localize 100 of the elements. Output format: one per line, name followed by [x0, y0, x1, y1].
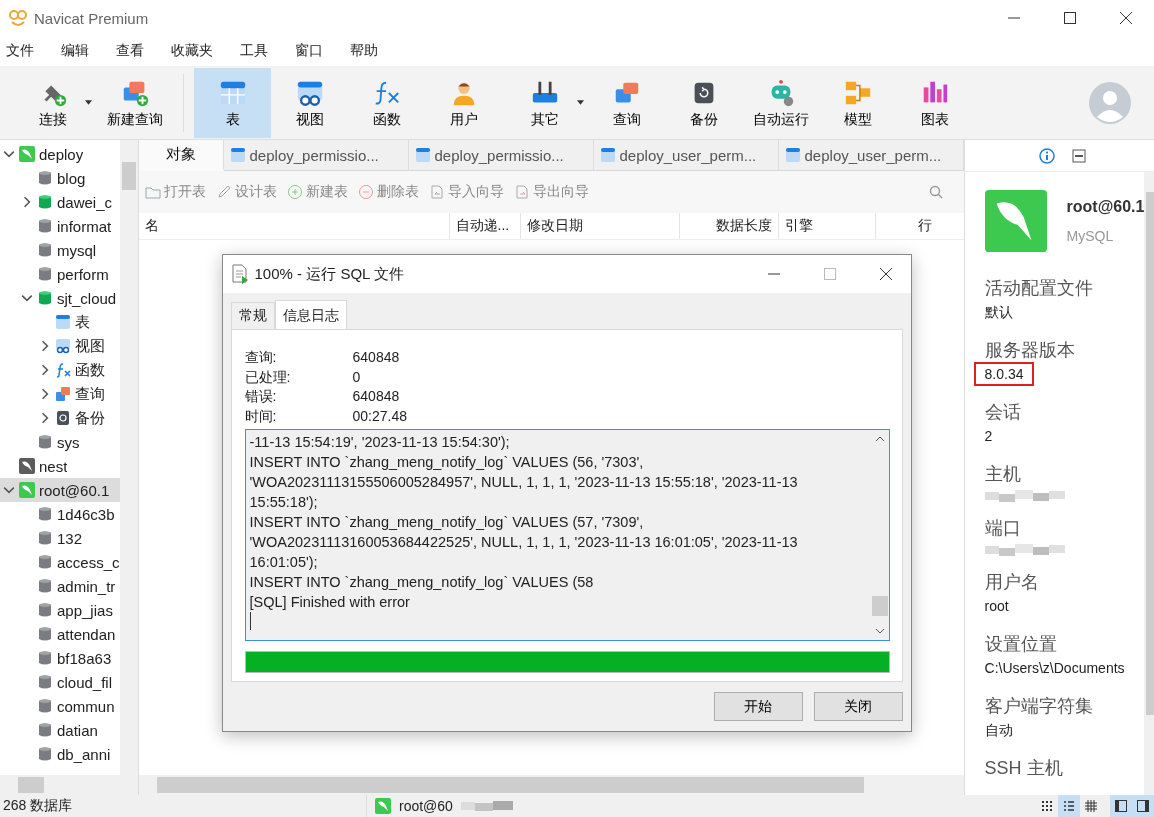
toolbar-button[interactable]: 查询 [588, 68, 665, 138]
toolbar-button[interactable]: 模型 [819, 68, 896, 138]
scrollbar[interactable] [119, 140, 138, 775]
column-header[interactable]: 修改日期 [520, 213, 680, 239]
column-header[interactable]: 数据长度 [679, 213, 779, 239]
chevron-icon[interactable] [3, 484, 15, 496]
list-icon [1063, 800, 1075, 812]
column-header[interactable]: 名 [138, 213, 450, 239]
dialog-button[interactable]: 开始 [713, 692, 803, 721]
toolbar-button[interactable]: 函数 [348, 68, 425, 138]
tree-item[interactable]: 查询 [0, 382, 120, 406]
status-connection: root@60 [399, 798, 453, 814]
tree-item[interactable]: attendan [0, 622, 120, 646]
dialog-tab[interactable]: 信息日志 [274, 300, 347, 329]
tree-item[interactable]: nest [0, 454, 120, 478]
chevron-icon[interactable] [21, 292, 33, 304]
menu-item[interactable]: 帮助 [350, 42, 378, 60]
column-header[interactable]: 行 [875, 213, 938, 239]
tree-item[interactable]: 视图 [0, 334, 120, 358]
column-header[interactable]: 自动递... [449, 213, 521, 239]
tree-item[interactable]: sjt_cloud [0, 286, 120, 310]
tree-item[interactable]: perform [0, 262, 120, 286]
tree-item[interactable]: admin_tr [0, 574, 120, 598]
field-label: 会话 [984, 401, 1021, 424]
dialog-tab[interactable]: 常规 [230, 302, 275, 329]
connection-name: root@60.1 [1066, 198, 1145, 216]
chevron-icon[interactable] [39, 412, 51, 424]
tree-item[interactable]: db_anni [0, 742, 120, 766]
dialog-title: 100% - 运行 SQL 文件 [254, 264, 405, 284]
menu-item[interactable]: 工具 [240, 42, 268, 60]
scroll-down-icon[interactable] [874, 628, 885, 634]
status-text: 268 数据库 [2, 797, 74, 815]
close-icon[interactable] [878, 267, 893, 281]
close-icon[interactable] [1119, 11, 1133, 25]
menu-item[interactable]: 编辑 [61, 42, 89, 60]
table-icon [414, 147, 431, 163]
chevron-icon[interactable] [39, 388, 51, 400]
tree-item[interactable]: mysql [0, 238, 120, 262]
connection-type: MySQL [1066, 228, 1115, 244]
tree-item[interactable]: bf18a63 [0, 646, 120, 670]
search-icon[interactable] [927, 184, 944, 200]
tree-item[interactable]: app_jias [0, 598, 120, 622]
tree-item[interactable]: 备份 [0, 406, 120, 430]
toolbar-button[interactable]: 其它 [502, 68, 588, 138]
menu-item[interactable]: 文件 [6, 42, 34, 60]
field-value: 自动 [983, 721, 1014, 740]
tree-item[interactable]: 132 [0, 526, 120, 550]
field-label: 用户名 [984, 571, 1039, 594]
toolbar-button[interactable]: 图表 [896, 68, 973, 138]
tree-item[interactable]: deploy [0, 142, 120, 166]
plus-icon [286, 184, 303, 200]
toolbar-button[interactable]: 连接 [10, 68, 96, 138]
table-icon [55, 314, 71, 330]
field-label: 设置位置 [984, 633, 1057, 656]
menu-item[interactable]: 窗口 [295, 42, 323, 60]
scroll-thumb[interactable] [871, 596, 888, 616]
column-header[interactable]: 引擎 [778, 213, 876, 239]
toolbar-button[interactable]: 新建查询 [96, 68, 173, 138]
tree-item[interactable]: dawei_c [0, 190, 120, 214]
info-icon[interactable] [1039, 147, 1056, 164]
tree-item[interactable]: 1d46c3b [0, 502, 120, 526]
tree-item[interactable]: datian [0, 718, 120, 742]
toolbar-button[interactable]: 备份 [665, 68, 742, 138]
toolbar-button[interactable]: 表 [194, 68, 271, 138]
tree-item[interactable]: root@60.1 [0, 478, 120, 502]
tree-item[interactable]: 函数 [0, 358, 120, 382]
pane-toggle-button[interactable] [1110, 795, 1132, 817]
chevron-icon[interactable] [3, 148, 15, 160]
pane-toggle-button[interactable] [1132, 795, 1154, 817]
log-output[interactable]: -11-13 15:54:19', '2023-11-13 15:54:30'); INSERT INTO `zhang_meng_notify_log` VALUES (56, '7303', 'WOA20231113155506005284957', NULL, 1, 1, 1, '2023-11-13 15:55:18', '2023-11-13 15:55:18'); INSERT INTO `zhang_meng_notify_log` VALUES (57, '7309', 'WOA20231113160053684422525', NULL, 1, 1, 1, '2023-11-13 16:01:05', '2023-11-13 16:01:05'); INSERT INTO `zhang_meng_notify_log` VALUES (58 [SQL] Finished with error [244, 429, 890, 641]
tree-item[interactable]: cloud_fil [0, 670, 120, 694]
tree-item[interactable]: blog [0, 166, 120, 190]
toolbar-button[interactable]: 自动运行 [742, 68, 819, 138]
dialog-button[interactable]: 关闭 [813, 692, 903, 721]
function-icon [55, 362, 71, 378]
grid-icon [1041, 800, 1053, 812]
scrollbar[interactable] [0, 775, 138, 795]
toolbar-button[interactable]: 用户 [425, 68, 502, 138]
field-label: 活动配置文件 [984, 277, 1093, 300]
scroll-up-icon[interactable] [874, 436, 885, 442]
tree-item[interactable]: 表 [0, 310, 120, 334]
document-icon[interactable] [1071, 147, 1088, 164]
menu-item[interactable]: 收藏夹 [171, 42, 213, 60]
field-value: 2 [983, 427, 994, 446]
field-label: 主机 [984, 463, 1021, 486]
object-tab[interactable]: 对象 [138, 140, 224, 171]
menu-item[interactable]: 查看 [116, 42, 144, 60]
chevron-icon[interactable] [39, 340, 51, 352]
view-mode-button[interactable] [1058, 795, 1080, 817]
chevron-icon[interactable] [39, 364, 51, 376]
mysql-connection-icon [984, 190, 1047, 252]
tree-item[interactable]: commun [0, 694, 120, 718]
tree-item[interactable]: informat [0, 214, 120, 238]
toolbar-button[interactable]: 视图 [271, 68, 348, 138]
chevron-icon[interactable] [21, 196, 33, 208]
tree-item[interactable]: access_c [0, 550, 120, 574]
stat-value: 640848 [352, 387, 401, 406]
tree-item[interactable]: sys [0, 430, 120, 454]
field-value: 默认 [983, 303, 1014, 322]
maximize-icon[interactable] [1063, 11, 1077, 25]
